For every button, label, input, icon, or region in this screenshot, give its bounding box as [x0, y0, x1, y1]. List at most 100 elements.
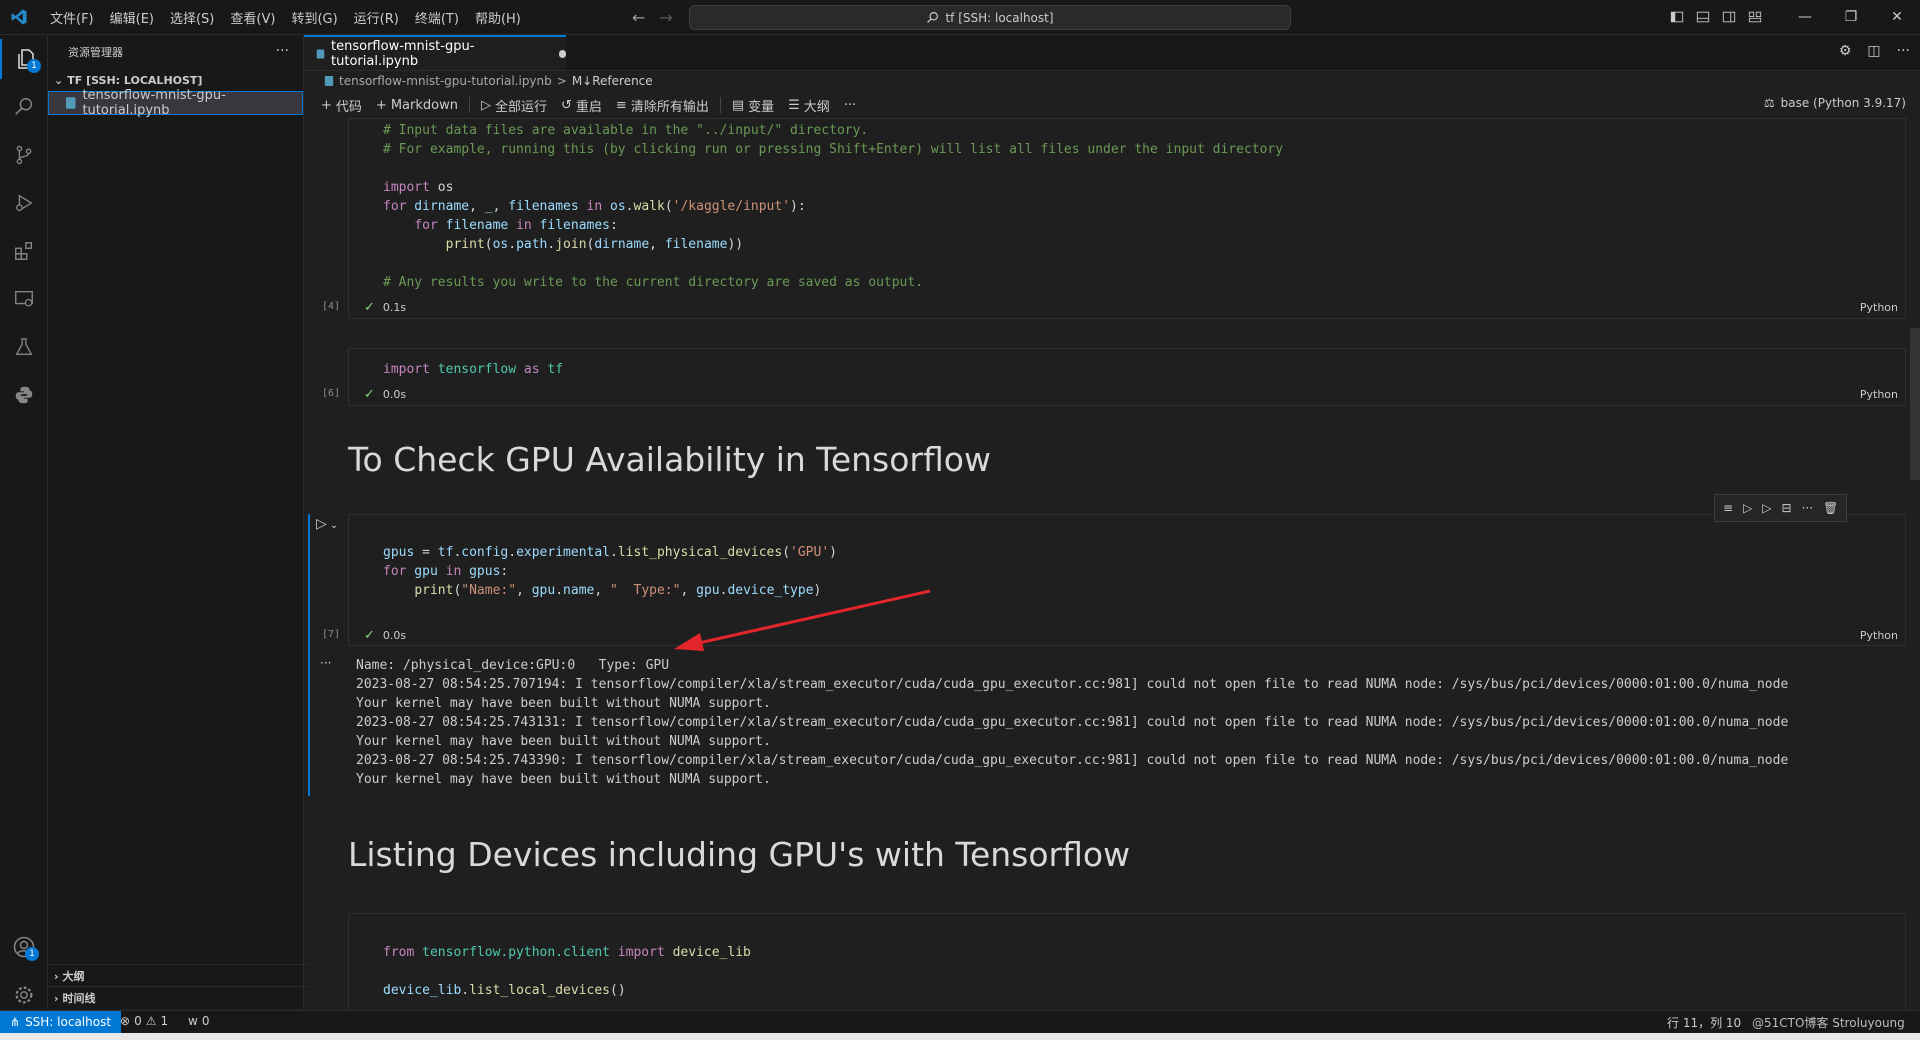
run-by-line-icon[interactable]: ≡ — [1723, 501, 1733, 515]
outline-section[interactable]: › 大纲 — [48, 964, 309, 987]
cell-more-icon[interactable]: ··· — [1802, 501, 1813, 515]
toggle-primary-sidebar-icon[interactable] — [1664, 10, 1690, 24]
output-line: Your kernel may have been built without … — [356, 696, 771, 711]
plus-icon: + — [321, 97, 332, 113]
output-more-icon[interactable]: ··· — [320, 656, 331, 670]
code-cell[interactable] — [348, 348, 1906, 406]
activity-bar: 1 1 — [0, 35, 48, 1009]
tab-label: tensorflow-mnist-gpu-tutorial.ipynb — [331, 38, 475, 69]
close-icon[interactable]: ✕ — [1874, 9, 1920, 25]
execute-below-icon[interactable]: ▷ — [1762, 501, 1771, 515]
menu-file[interactable]: 文件(F) — [42, 8, 102, 27]
notebook-file-icon — [324, 76, 334, 86]
more-actions-icon[interactable]: ··· — [1897, 43, 1910, 59]
markdown-heading: Listing Devices including GPU's with Ten… — [348, 835, 1131, 874]
cell-language[interactable]: Python — [1860, 301, 1898, 314]
toolbar-more-icon[interactable]: ··· — [837, 98, 863, 113]
toolbar-divider — [719, 97, 721, 113]
delete-cell-icon[interactable]: 🗑 — [1823, 501, 1838, 515]
menu-go[interactable]: 转到(G) — [283, 8, 345, 27]
breadcrumb-section[interactable]: M↓Reference — [572, 74, 653, 88]
cell-status: ✓ 0.0s — [364, 628, 406, 643]
source-control-icon[interactable] — [0, 135, 47, 175]
run-all-label: 全部运行 — [494, 99, 547, 115]
menu-terminal[interactable]: 终端(T) — [407, 8, 467, 27]
forward-arrow-icon[interactable]: → — [659, 8, 672, 27]
execute-above-icon[interactable]: ▷ — [1743, 501, 1752, 515]
vscode-logo-icon — [11, 9, 27, 25]
menu-edit[interactable]: 编辑(E) — [102, 8, 162, 27]
cell-selection-indicator — [308, 514, 310, 796]
plus-icon: + — [375, 97, 387, 113]
problems-indicator[interactable]: ⊗ 0 ⚠ 1 — [120, 1014, 168, 1028]
remote-indicator[interactable]: ⋔ SSH: localhost — [0, 1011, 122, 1033]
cell-code[interactable]: from tensorflow.python.client import dev… — [383, 943, 751, 1000]
accounts-icon[interactable]: 1 — [0, 927, 47, 967]
execution-time: 0.1s — [382, 301, 407, 314]
check-icon: ✓ — [364, 387, 375, 402]
search-view-icon[interactable] — [0, 87, 47, 127]
menu-view[interactable]: 查看(V) — [222, 8, 283, 27]
settings-gear-icon[interactable]: ⚙ — [1839, 43, 1852, 59]
kernel-picker[interactable]: ⚖ base (Python 3.9.17) — [1764, 96, 1906, 110]
tab-notebook[interactable]: tensorflow-mnist-gpu-tutorial.ipynb — [304, 35, 567, 70]
cell-language[interactable]: Python — [1860, 388, 1898, 401]
ports-indicator[interactable]: w 0 — [188, 1014, 209, 1028]
remote-explorer-icon[interactable] — [0, 279, 47, 319]
sidebar-header: 资源管理器 ··· — [48, 35, 303, 69]
menu-help[interactable]: 帮助(H) — [467, 8, 529, 27]
testing-flask-icon[interactable] — [0, 327, 47, 367]
add-markdown-button[interactable]: + Markdown — [369, 98, 465, 113]
split-editor-icon[interactable]: ◫ — [1867, 43, 1880, 59]
python-icon[interactable] — [0, 375, 47, 415]
outline-list-icon: ☰ — [788, 97, 800, 113]
timeline-section[interactable]: › 时间线 — [48, 986, 309, 1009]
manage-gear-icon[interactable] — [0, 975, 47, 1015]
output-line: Name: /physical_device:GPU:0 Type: GPU — [356, 658, 670, 673]
command-center[interactable]: tf [SSH: localhost] — [689, 5, 1291, 30]
minimize-icon[interactable]: — — [1782, 9, 1828, 25]
menu-run[interactable]: 运行(R) — [346, 8, 407, 27]
cell-code[interactable]: # Input data files are available in the … — [383, 121, 1283, 292]
cursor-position[interactable]: 行 11，列 10 — [1667, 1014, 1741, 1031]
chevron-down-icon[interactable]: ⌄ — [330, 520, 338, 531]
split-cell-icon[interactable]: ⊟ — [1782, 501, 1792, 515]
breadcrumb-file[interactable]: tensorflow-mnist-gpu-tutorial.ipynb — [339, 74, 552, 88]
add-code-button[interactable]: + 代码 — [314, 96, 369, 115]
more-actions-icon[interactable]: ··· — [276, 43, 289, 59]
red-arrow-annotation — [674, 589, 931, 651]
execution-count: [7] — [322, 629, 341, 640]
run-all-icon: ▷ — [480, 97, 491, 113]
variables-button[interactable]: ▤ 变量 — [725, 96, 781, 115]
menu-bar: 文件(F) 编辑(E) 选择(S) 查看(V) 转到(G) 运行(R) 终端(T… — [42, 0, 529, 34]
toggle-panel-icon[interactable] — [1690, 10, 1716, 24]
run-all-button[interactable]: ▷ 全部运行 — [474, 96, 554, 115]
explorer-icon[interactable]: 1 — [0, 39, 49, 79]
toolbar-divider — [468, 97, 470, 113]
toggle-secondary-sidebar-icon[interactable] — [1716, 10, 1742, 24]
cell-status: ✓ 0.1s — [364, 300, 406, 315]
extensions-icon[interactable] — [0, 231, 47, 271]
check-icon: ✓ — [364, 628, 375, 643]
remote-label: SSH: localhost — [25, 1015, 112, 1029]
editor-scrollbar[interactable] — [1910, 328, 1920, 480]
kernel-flask-icon: ⚖ — [1763, 96, 1775, 110]
markdown-heading: To Check GPU Availability in Tensorflow — [348, 440, 991, 479]
file-item-notebook[interactable]: tensorflow-mnist-gpu-tutorial.ipynb — [48, 88, 303, 118]
unsaved-dot-icon[interactable] — [558, 49, 567, 58]
outline-button[interactable]: ☰ 大纲 — [781, 96, 837, 115]
cell-language[interactable]: Python — [1860, 629, 1898, 642]
clear-outputs-button[interactable]: ≡ 清除所有输出 — [609, 96, 716, 115]
restart-button[interactable]: ↺ 重启 — [554, 96, 609, 115]
run-cell-button[interactable]: ▷ ⌄ — [316, 516, 338, 532]
search-icon — [927, 12, 939, 23]
menu-selection[interactable]: 选择(S) — [162, 8, 222, 27]
restore-icon[interactable]: ❐ — [1828, 9, 1874, 25]
sidebar-title: 资源管理器 — [68, 46, 123, 59]
cell-code[interactable]: import tensorflow as tf — [383, 360, 563, 379]
customize-layout-icon[interactable] — [1742, 10, 1768, 24]
command-center-label: tf [SSH: localhost] — [945, 10, 1054, 25]
explorer-sidebar: 资源管理器 ··· ⌄ TF [SSH: LOCALHOST] tensorfl… — [48, 35, 309, 1009]
run-debug-icon[interactable] — [0, 183, 47, 223]
back-arrow-icon[interactable]: ← — [632, 8, 645, 27]
